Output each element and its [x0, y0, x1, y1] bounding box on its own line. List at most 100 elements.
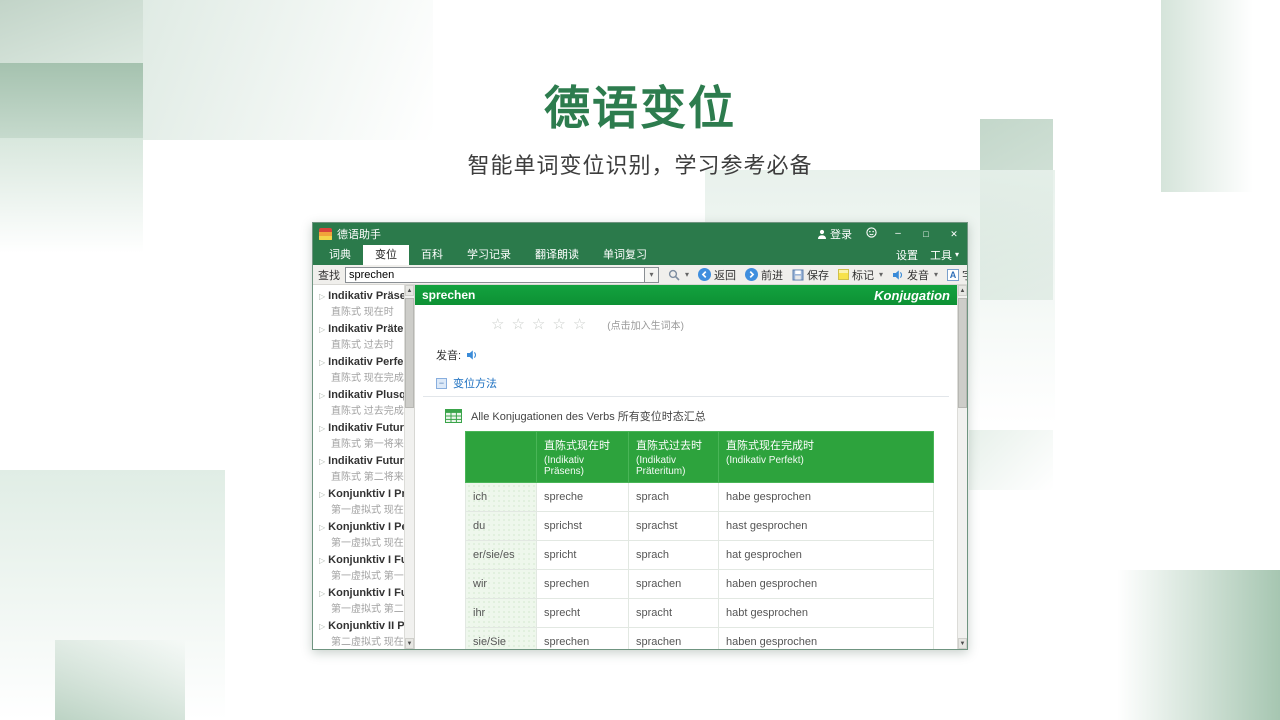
expand-arrow-icon[interactable]	[319, 325, 325, 334]
tab[interactable]: 学习记录	[455, 245, 523, 265]
search-button[interactable]	[668, 269, 689, 281]
login-label: 登录	[830, 226, 852, 242]
sidebar-item[interactable]: Konjunktiv I Futur I第一虚拟式 第一将来时	[313, 552, 404, 585]
expand-arrow-icon[interactable]	[319, 490, 325, 499]
content-scrollbar[interactable]	[957, 285, 967, 649]
app-window: 德语助手 登录 词典变位百科学习记录翻译朗读单词复习 设置 工具 查找	[312, 222, 968, 650]
expand-arrow-icon[interactable]	[319, 556, 325, 565]
expand-arrow-icon[interactable]	[319, 292, 325, 301]
table-row: dusprichstsprachsthast gesprochen	[466, 512, 934, 541]
login-button[interactable]: 登录	[817, 226, 852, 242]
pronounce-button[interactable]: 发音	[892, 267, 938, 283]
save-icon	[792, 269, 804, 281]
tense-name: Indikativ Futur II	[328, 455, 404, 467]
star-outline-icon[interactable]	[573, 315, 586, 333]
star-outline-icon[interactable]	[511, 315, 524, 333]
speaker-icon[interactable]	[466, 349, 478, 361]
sidebar-item[interactable]: Konjunktiv I Futur II第一虚拟式 第二将来时	[313, 585, 404, 618]
collapse-icon[interactable]	[436, 378, 447, 389]
tense-name-zh: 直陈式 过去完成时	[331, 402, 404, 417]
save-button[interactable]: 保存	[792, 267, 829, 283]
chevron-down-icon[interactable]	[879, 271, 883, 279]
decor-block	[1117, 570, 1280, 720]
tense-name: Konjunktiv I Futur I	[328, 554, 404, 566]
sidebar-item[interactable]: Konjunktiv II Präteritum第二虚拟式 现在时	[313, 618, 404, 649]
feedback-icon[interactable]	[866, 225, 877, 243]
tools-button[interactable]: 工具	[930, 247, 959, 263]
chevron-down-icon	[955, 251, 959, 259]
scroll-up-icon[interactable]	[958, 285, 967, 296]
close-button[interactable]	[947, 223, 961, 246]
star-outline-icon[interactable]	[532, 315, 545, 333]
person-cell: wir	[466, 570, 537, 599]
back-button[interactable]: 返回	[698, 267, 736, 283]
column-header: 直陈式现在完成时(Indikativ Perfekt)	[719, 432, 934, 483]
table-icon	[445, 409, 462, 423]
form-cell: haben gesprochen	[719, 570, 934, 599]
scroll-down-icon[interactable]	[958, 638, 967, 649]
banner-right-label: Konjugation	[874, 288, 950, 303]
expand-arrow-icon[interactable]	[319, 523, 325, 532]
expand-arrow-icon[interactable]	[319, 391, 325, 400]
scroll-up-icon[interactable]	[405, 285, 414, 296]
scrollbar-thumb[interactable]	[405, 298, 414, 408]
content-area: sprechen Konjugation (点击加入生词本) 发音:	[415, 285, 967, 649]
tab[interactable]: 变位	[363, 245, 409, 265]
settings-button[interactable]: 设置	[896, 247, 918, 263]
form-cell: habe gesprochen	[719, 483, 934, 512]
sidebar-item[interactable]: Indikativ Plusquamperfekt直陈式 过去完成时	[313, 387, 404, 420]
tense-name-zh: 直陈式 现在时	[331, 303, 404, 318]
tab[interactable]: 单词复习	[591, 245, 659, 265]
expand-arrow-icon[interactable]	[319, 457, 325, 466]
sidebar-scrollbar[interactable]	[404, 285, 414, 649]
form-cell: sprechen	[537, 570, 629, 599]
expand-arrow-icon[interactable]	[319, 622, 325, 631]
sidebar-item[interactable]: Indikativ Futur II直陈式 第二将来时	[313, 453, 404, 486]
expand-arrow-icon[interactable]	[319, 589, 325, 598]
expand-arrow-icon[interactable]	[319, 424, 325, 433]
forward-button[interactable]: 前进	[745, 267, 783, 283]
font-button[interactable]: 字体	[947, 267, 968, 283]
search-history-dropdown[interactable]	[645, 267, 659, 283]
sidebar-item[interactable]: Indikativ Perfekt直陈式 现在完成时	[313, 354, 404, 387]
tab[interactable]: 百科	[409, 245, 455, 265]
font-icon	[947, 269, 959, 281]
decor-block	[969, 430, 1053, 490]
minimize-button[interactable]	[891, 223, 905, 245]
maximize-button[interactable]	[919, 223, 933, 246]
pronounce-row-label: 发音:	[436, 347, 461, 363]
search-input[interactable]	[345, 267, 645, 283]
tense-name-zh: 第一虚拟式 第一将来时	[331, 567, 404, 582]
tab-list: 词典变位百科学习记录翻译朗读单词复习	[317, 245, 659, 265]
sidebar-item[interactable]: Konjunktiv I Perfekt第一虚拟式 现在完成时	[313, 519, 404, 552]
tense-name: Indikativ Präsens	[328, 290, 404, 302]
chevron-down-icon[interactable]	[934, 271, 938, 279]
expand-arrow-icon[interactable]	[319, 358, 325, 367]
chevron-down-icon[interactable]	[685, 271, 689, 279]
sidebar-item[interactable]: Indikativ Futur I直陈式 第一将来时	[313, 420, 404, 453]
tab[interactable]: 词典	[317, 245, 363, 265]
tense-name: Konjunktiv I Futur II	[328, 587, 404, 599]
form-cell: spreche	[537, 483, 629, 512]
mark-button[interactable]: 标记	[838, 267, 883, 283]
rating-widget[interactable]: (点击加入生词本)	[491, 315, 957, 333]
star-outline-icon[interactable]	[491, 315, 504, 333]
section-toggle[interactable]: 变位方法	[453, 375, 497, 391]
save-label: 保存	[807, 267, 829, 283]
scrollbar-thumb[interactable]	[958, 298, 967, 408]
user-icon	[817, 229, 827, 239]
back-icon	[698, 268, 711, 281]
tab[interactable]: 翻译朗读	[523, 245, 591, 265]
sidebar-item[interactable]: Konjunktiv I Präsens第一虚拟式 现在时	[313, 486, 404, 519]
star-outline-icon[interactable]	[552, 315, 565, 333]
form-cell: sprachst	[629, 512, 719, 541]
headword-banner: sprechen Konjugation	[415, 285, 957, 305]
sidebar-item[interactable]: Indikativ Präteritum直陈式 过去时	[313, 321, 404, 354]
scroll-down-icon[interactable]	[405, 638, 414, 649]
tense-name: Indikativ Perfekt	[328, 356, 404, 368]
sidebar-item[interactable]: Indikativ Präsens直陈式 现在时	[313, 288, 404, 321]
tense-name: Indikativ Plusquamperfekt	[328, 389, 404, 401]
headword: sprechen	[422, 288, 475, 302]
page-title: 德语变位	[0, 72, 1280, 138]
search-icon	[668, 269, 680, 281]
